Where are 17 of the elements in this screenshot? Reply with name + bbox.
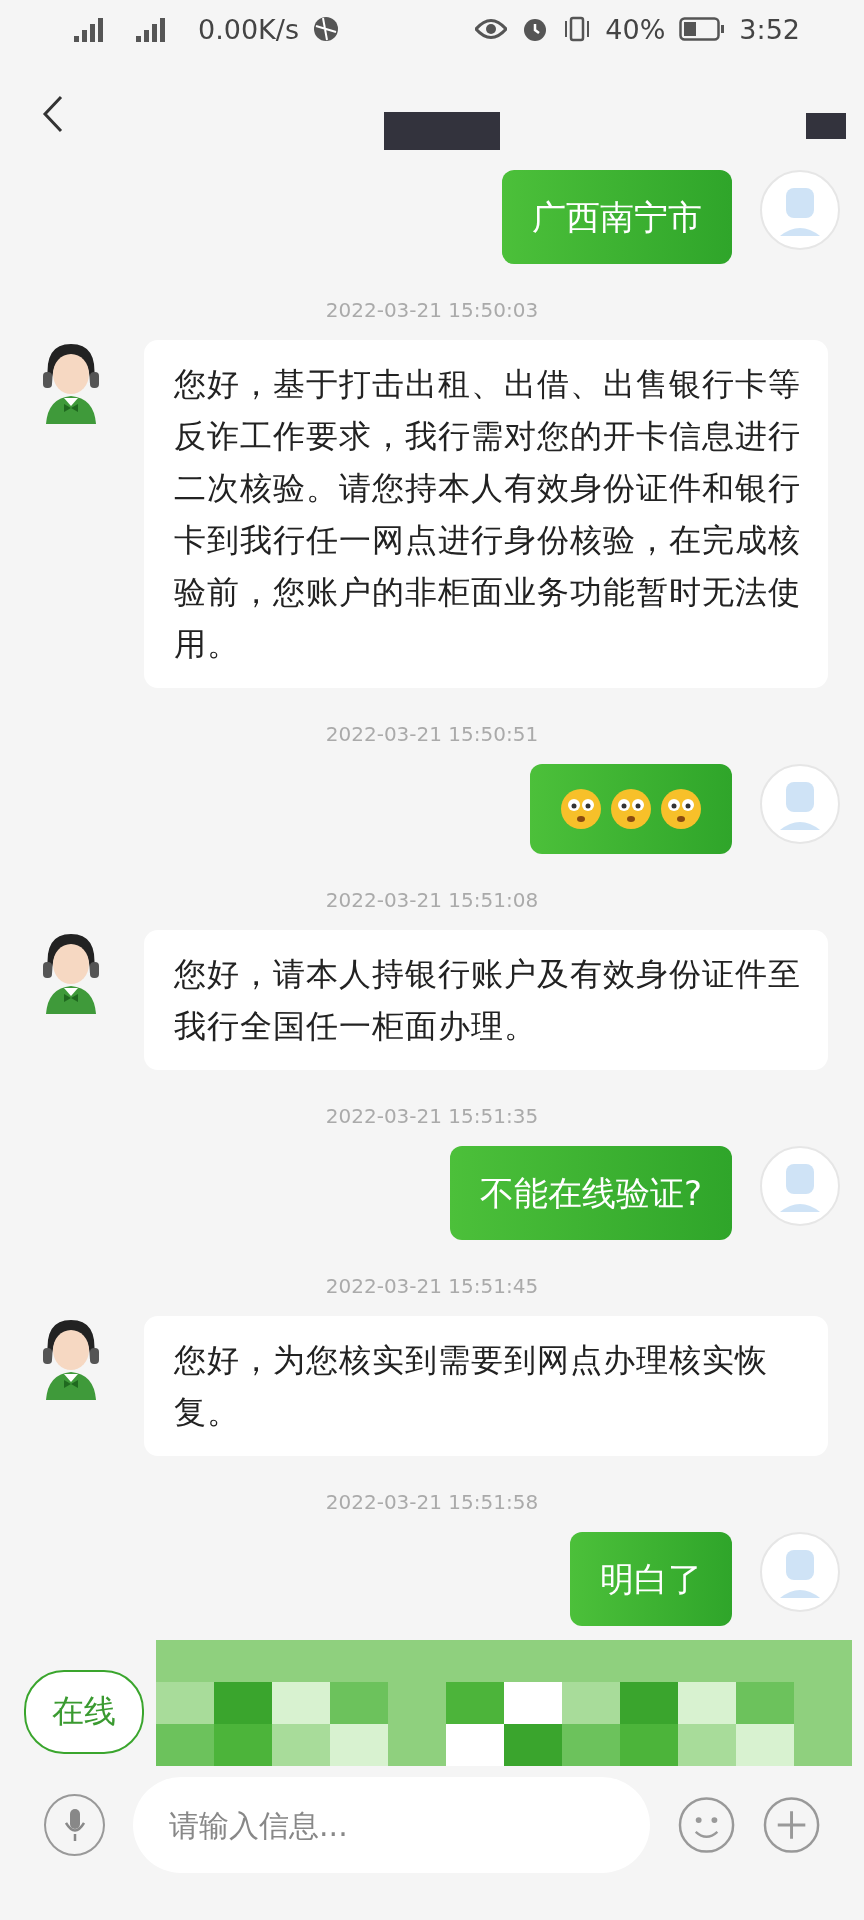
message-timestamp: 2022-03-21 15:51:35 xyxy=(325,1104,539,1128)
message-timestamp: 2022-03-21 15:50:03 xyxy=(325,298,539,322)
user-message-bubble: 广西南宁市 xyxy=(502,170,732,264)
message-timestamp: 2022-03-21 15:50:51 xyxy=(325,722,539,746)
user-message-bubble: 不能在线验证? xyxy=(449,1146,732,1240)
message-timestamp: 2022-03-21 15:51:58 xyxy=(325,1490,539,1514)
message-timestamp: 2022-03-21 15:51:08 xyxy=(325,888,539,912)
user-message-bubble: 明白了 xyxy=(570,1532,732,1626)
battery-percent: 40% xyxy=(605,13,666,45)
agent-message-bubble: 您好，请本人持银行账户及有效身份证件至我行全国任一柜面办理。 xyxy=(144,930,828,1070)
agent-message-bubble: 您好，基于打击出租、出借、出售银行卡等反诈工作要求，我行需对您的开卡信息进行二次核验。请您持本人有效身份证件和银行卡到我行任一网点进行身份核验，在完成核验前，您账户的非柜面业务功能暂时无法使用。 xyxy=(144,340,828,688)
agent-message-bubble: 您好，为您核实到需要到网点办理核实恢复。 xyxy=(144,1316,828,1456)
message-input[interactable]: 请输入信息... xyxy=(133,1777,650,1873)
network-speed: 0.00K/s xyxy=(198,13,299,45)
quick-reply-chip[interactable]: 在线 xyxy=(24,1670,144,1754)
clock-time: 3:52 xyxy=(739,13,800,45)
message-timestamp: 2022-03-21 15:51:45 xyxy=(325,1274,539,1298)
